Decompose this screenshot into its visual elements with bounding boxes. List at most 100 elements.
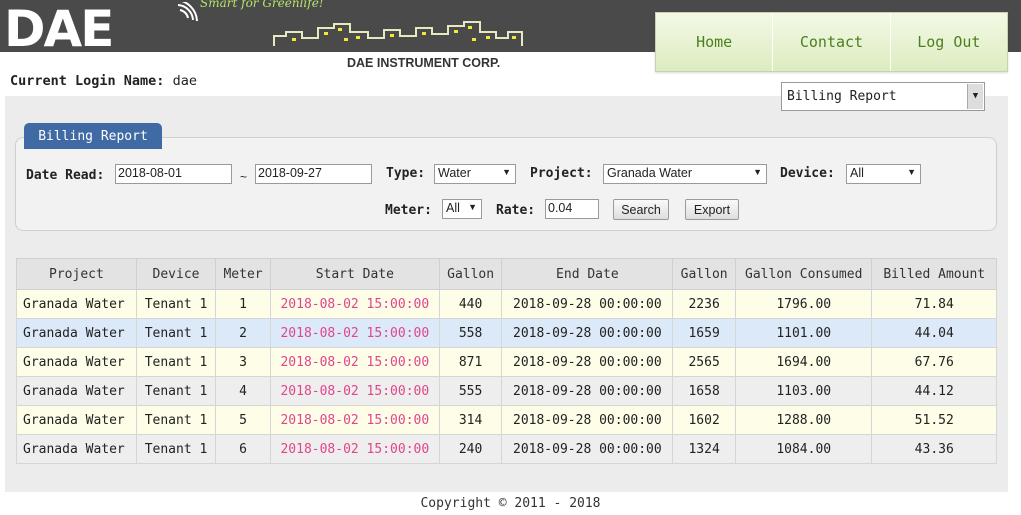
cell-end-date: 2018-09-28 00:00:00: [501, 376, 674, 406]
table-row: Granada Water Tenant 1 6 2018-08-02 15:00:0…: [16, 434, 997, 464]
nav-home-link[interactable]: Home: [656, 13, 774, 71]
cell-start-gallon: 871: [438, 347, 503, 377]
col-header-start-gallon: Gallon: [438, 258, 503, 290]
cell-device: Tenant 1: [135, 318, 217, 348]
col-header-project: Project: [16, 258, 137, 290]
dropdown-arrow-icon: ▼: [967, 84, 983, 109]
cell-end-gallon: 1324: [672, 434, 736, 464]
cell-project: Granada Water: [16, 376, 137, 406]
chevron-down-icon: ▼: [753, 167, 762, 177]
cell-start-date: 2018-08-02 15:00:00: [269, 289, 440, 319]
nav-logout-link[interactable]: Log Out: [891, 13, 1007, 71]
nav-contact-link[interactable]: Contact: [773, 13, 891, 71]
project-label: Project:: [530, 166, 593, 181]
cell-end-date: 2018-09-28 00:00:00: [501, 405, 674, 435]
cell-device: Tenant 1: [135, 434, 217, 464]
login-user: dae: [172, 73, 197, 89]
cell-gallon-consumed: 1101.00: [734, 318, 873, 348]
chevron-down-icon: ▼: [468, 202, 477, 212]
cell-end-date: 2018-09-28 00:00:00: [501, 318, 674, 348]
cell-end-gallon: 1659: [672, 318, 736, 348]
project-select-value: Granada Water: [607, 166, 692, 180]
meter-select[interactable]: All ▼: [442, 199, 482, 219]
cell-meter: 3: [215, 347, 271, 377]
table-row: Granada Water Tenant 1 3 2018-08-02 15:00:0…: [16, 347, 997, 377]
cell-start-gallon: 240: [438, 434, 503, 464]
type-select[interactable]: Water ▼: [434, 164, 516, 184]
col-header-start-date: Start Date: [269, 258, 440, 290]
cell-meter: 2: [215, 318, 271, 348]
date-separator: ~: [240, 170, 248, 184]
type-select-value: Water: [438, 166, 471, 180]
col-header-end-date: End Date: [501, 258, 674, 290]
cell-start-gallon: 555: [438, 376, 503, 406]
device-select-value: All: [850, 166, 864, 180]
col-header-device: Device: [135, 258, 217, 290]
cell-end-date: 2018-09-28 00:00:00: [501, 347, 674, 377]
main-nav: Home Contact Log Out: [655, 12, 1008, 72]
cell-project: Granada Water: [16, 434, 137, 464]
cell-end-gallon: 2236: [672, 289, 736, 319]
cell-meter: 1: [215, 289, 271, 319]
table-row: Granada Water Tenant 1 4 2018-08-02 15:00:0…: [16, 376, 997, 406]
cell-start-gallon: 558: [438, 318, 503, 348]
cell-device: Tenant 1: [135, 405, 217, 435]
cell-end-gallon: 2565: [672, 347, 736, 377]
login-label: Current Login Name:: [10, 73, 165, 89]
table-row: Granada Water Tenant 1 1 2018-08-02 15:00:0…: [16, 289, 997, 319]
svg-text:DAE: DAE: [4, 2, 112, 52]
cell-end-gallon: 1658: [672, 376, 736, 406]
meter-select-value: All: [446, 201, 460, 215]
cell-project: Granada Water: [16, 289, 137, 319]
type-label: Type:: [386, 166, 426, 181]
table-header-row: Project Device Meter Start Date Gallon E…: [16, 258, 997, 290]
cell-billed-amount: 67.76: [871, 347, 997, 377]
cell-gallon-consumed: 1084.00: [734, 434, 873, 464]
rate-label: Rate:: [496, 203, 536, 218]
cell-start-gallon: 440: [438, 289, 503, 319]
export-button[interactable]: Export: [685, 199, 739, 220]
cell-start-gallon: 314: [438, 405, 503, 435]
cell-device: Tenant 1: [135, 376, 217, 406]
chevron-down-icon: ▼: [502, 167, 511, 177]
date-read-label: Date Read:: [26, 168, 105, 183]
project-select[interactable]: Granada Water ▼: [603, 164, 767, 184]
col-header-gallon-consumed: Gallon Consumed: [734, 258, 873, 290]
cell-billed-amount: 51.52: [871, 405, 997, 435]
cell-meter: 6: [215, 434, 271, 464]
device-select[interactable]: All ▼: [846, 164, 921, 184]
cell-gallon-consumed: 1694.00: [734, 347, 873, 377]
cell-meter: 4: [215, 376, 271, 406]
table-row: Granada Water Tenant 1 2 2018-08-02 15:00:0…: [16, 318, 997, 348]
cell-gallon-consumed: 1288.00: [734, 405, 873, 435]
date-to-input[interactable]: 2018-09-27: [255, 164, 372, 184]
search-button[interactable]: Search: [613, 199, 669, 220]
tagline: Smart for Greenlife!: [200, 0, 324, 10]
cell-billed-amount: 44.12: [871, 376, 997, 406]
device-label: Device:: [780, 166, 835, 181]
cell-start-date: 2018-08-02 15:00:00: [269, 347, 440, 377]
current-login: Current Login Name: dae: [10, 73, 197, 89]
billing-table: Project Device Meter Start Date Gallon E…: [16, 258, 997, 464]
billing-report-tab: Billing Report: [24, 123, 162, 149]
report-select-value: Billing Report: [787, 89, 897, 104]
cell-project: Granada Water: [16, 318, 137, 348]
cell-end-gallon: 1602: [672, 405, 736, 435]
cell-start-date: 2018-08-02 15:00:00: [269, 318, 440, 348]
report-type-select[interactable]: Billing Report ▼: [781, 82, 985, 111]
company-name: DAE INSTRUMENT CORP.: [347, 56, 501, 70]
chevron-down-icon: ▼: [907, 167, 916, 177]
cell-meter: 5: [215, 405, 271, 435]
cell-billed-amount: 71.84: [871, 289, 997, 319]
table-row: Granada Water Tenant 1 5 2018-08-02 15:00:0…: [16, 405, 997, 435]
cell-device: Tenant 1: [135, 347, 217, 377]
cell-gallon-consumed: 1796.00: [734, 289, 873, 319]
cell-project: Granada Water: [16, 405, 137, 435]
cell-gallon-consumed: 1103.00: [734, 376, 873, 406]
date-from-input[interactable]: 2018-08-01: [115, 164, 232, 184]
rate-input[interactable]: 0.04: [545, 199, 599, 219]
cell-project: Granada Water: [16, 347, 137, 377]
dae-logo: DAE: [4, 2, 198, 52]
copyright-footer: Copyright © 2011 - 2018: [420, 496, 601, 511]
cell-billed-amount: 44.04: [871, 318, 997, 348]
